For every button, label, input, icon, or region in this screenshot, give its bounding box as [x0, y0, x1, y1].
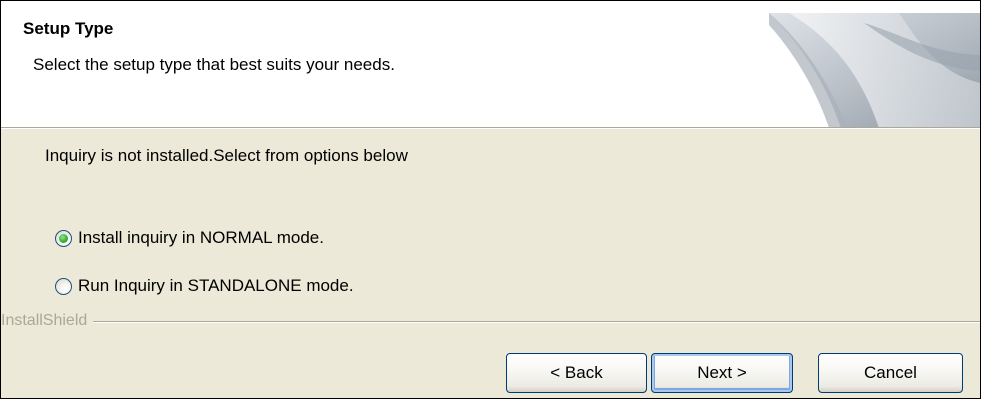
radio-label-standalone-mode[interactable]: Run Inquiry in STANDALONE mode. — [78, 276, 354, 296]
setup-type-dialog: Setup Type Select the setup type that be… — [0, 0, 981, 399]
next-button[interactable]: Next > — [651, 353, 793, 393]
radio-label-normal-mode[interactable]: Install inquiry in NORMAL mode. — [78, 228, 324, 248]
radio-option-normal-mode[interactable]: Install inquiry in NORMAL mode. — [55, 226, 324, 250]
branding-rule-highlight — [1, 322, 980, 323]
dialog-header: Setup Type Select the setup type that be… — [1, 1, 980, 128]
installshield-branding-line: InstallShield — [1, 312, 980, 330]
page-title: Setup Type — [23, 19, 114, 38]
installshield-label: InstallShield — [1, 312, 94, 330]
cancel-button[interactable]: Cancel — [818, 353, 963, 393]
radio-button-checked[interactable] — [55, 229, 72, 247]
back-button[interactable]: < Back — [506, 353, 647, 393]
radio-option-standalone-mode[interactable]: Run Inquiry in STANDALONE mode. — [55, 274, 354, 298]
installshield-banner-graphic — [769, 13, 980, 128]
radio-selected-dot-icon — [59, 233, 68, 243]
radio-button-unchecked[interactable] — [55, 277, 72, 295]
page-subtitle: Select the setup type that best suits yo… — [33, 55, 395, 74]
install-status-text: Inquiry is not installed.Select from opt… — [45, 146, 408, 165]
header-separator-highlight — [1, 128, 980, 129]
